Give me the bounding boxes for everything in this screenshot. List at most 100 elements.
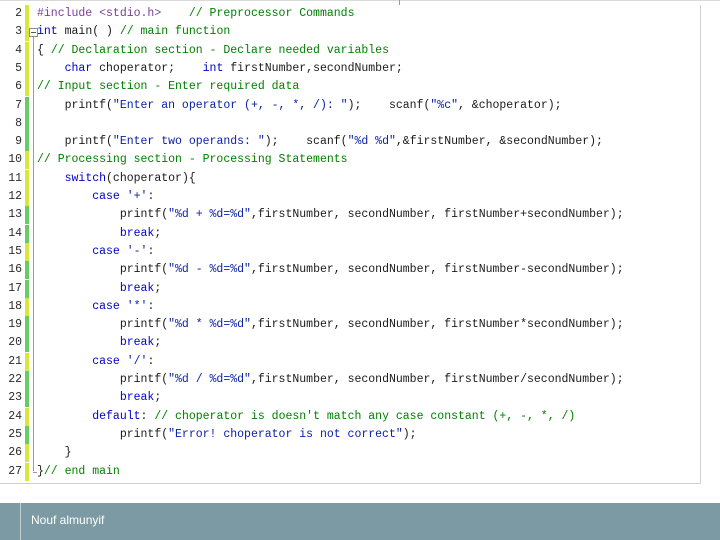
code-token: "%d * %d=%d" bbox=[168, 318, 251, 332]
code-line[interactable]: 20 break; bbox=[0, 334, 700, 353]
code-token: : bbox=[147, 299, 155, 313]
line-number: 4 bbox=[15, 43, 22, 57]
code-line[interactable]: 7 printf("Enter an operator (+, -, *, /)… bbox=[0, 96, 700, 115]
code-token: case bbox=[92, 190, 120, 203]
code-line[interactable]: 13 printf("%d + %d=%d",firstNumber, seco… bbox=[0, 206, 700, 225]
line-number: 22 bbox=[8, 373, 22, 386]
line-number: 8 bbox=[15, 116, 22, 130]
code-token: '/' bbox=[126, 354, 148, 368]
change-marker bbox=[25, 279, 29, 298]
line-number: 6 bbox=[15, 80, 22, 94]
code-line[interactable]: 26 } bbox=[0, 444, 700, 463]
code-text: break; bbox=[37, 389, 161, 407]
code-line[interactable]: 14 break; bbox=[0, 224, 700, 243]
code-token: printf( bbox=[37, 427, 169, 441]
code-text: #include <stdio.h> // Preprocessor Comma… bbox=[37, 5, 354, 23]
code-token: '*' bbox=[126, 299, 148, 313]
code-token: "%d - %d=%d" bbox=[168, 263, 251, 277]
line-number: 10 bbox=[8, 153, 22, 167]
slide-footer: Nouf almunyif bbox=[0, 503, 720, 540]
change-marker bbox=[25, 316, 29, 335]
code-token: // end main bbox=[43, 464, 120, 478]
code-line[interactable]: 4 { // Declaration section - Declare need… bbox=[0, 41, 700, 60]
code-token: (choperator){ bbox=[106, 171, 196, 185]
code-token: printf( bbox=[37, 208, 169, 222]
code-text: printf("Enter two operands: "); scanf("%… bbox=[37, 133, 603, 151]
code-text: printf("%d / %d=%d",firstNumber, secondN… bbox=[37, 371, 624, 389]
code-line[interactable]: 12 case '+': bbox=[0, 188, 700, 206]
line-number: 15 bbox=[8, 244, 22, 258]
code-editor[interactable]: 2 #include <stdio.h> // Preprocessor Comm… bbox=[0, 5, 701, 484]
change-marker bbox=[25, 407, 29, 426]
code-token: break bbox=[119, 391, 155, 405]
line-number: 27 bbox=[8, 464, 22, 478]
change-marker bbox=[25, 188, 29, 206]
footer-author: Nouf almunyif bbox=[31, 513, 105, 527]
line-number: 7 bbox=[15, 98, 22, 112]
line-number: 13 bbox=[8, 208, 22, 222]
code-token: choperator; bbox=[92, 61, 203, 75]
code-token: : bbox=[140, 409, 155, 423]
line-number: 24 bbox=[8, 409, 22, 423]
code-token: ,firstNumber, secondNumber, firstNumber*… bbox=[250, 318, 624, 332]
code-text: break; bbox=[37, 334, 161, 352]
code-line[interactable]: 3 int main( ) // main function bbox=[0, 23, 700, 42]
code-token: "Enter an operator (+, -, *, /): " bbox=[112, 98, 348, 112]
code-line[interactable]: 18 case '*': bbox=[0, 297, 700, 316]
code-text: }// end main bbox=[37, 463, 120, 481]
code-line[interactable]: 23 break; bbox=[0, 389, 700, 408]
collapse-icon[interactable] bbox=[29, 28, 38, 38]
change-marker bbox=[25, 133, 29, 152]
code-line[interactable]: 11 switch(choperator){ bbox=[0, 169, 700, 188]
change-marker bbox=[25, 41, 29, 60]
code-line[interactable]: 17 break; bbox=[0, 279, 700, 298]
line-number: 3 bbox=[15, 25, 22, 39]
code-text: printf("Enter an operator (+, -, *, /): … bbox=[37, 97, 562, 115]
code-token: // Preprocessor Commands bbox=[161, 7, 355, 20]
line-number: 9 bbox=[15, 135, 22, 149]
code-token: ; bbox=[154, 391, 162, 405]
code-token: "Enter two operands: " bbox=[112, 135, 265, 149]
code-token: "Error! choperator is not correct" bbox=[168, 427, 403, 441]
code-text: break; bbox=[37, 225, 161, 243]
code-token: printf( bbox=[37, 373, 169, 386]
code-line[interactable]: 21 case '/': bbox=[0, 352, 700, 371]
code-line[interactable]: 15 case '-': bbox=[0, 242, 700, 261]
page-top-border bbox=[0, 0, 720, 1]
code-line[interactable]: 5 char choperator; int firstNumber,secon… bbox=[0, 59, 700, 78]
code-line[interactable]: 19 printf("%d * %d=%d",firstNumber, seco… bbox=[0, 316, 700, 335]
line-number: 25 bbox=[8, 427, 22, 441]
code-token: printf( bbox=[37, 98, 113, 112]
code-line[interactable]: 8 bbox=[0, 114, 700, 133]
code-line[interactable]: 22 printf("%d / %d=%d",firstNumber, seco… bbox=[0, 371, 700, 389]
code-token: int bbox=[37, 25, 58, 39]
code-line[interactable]: 9 printf("Enter two operands: "); scanf(… bbox=[0, 133, 700, 152]
line-number: 19 bbox=[8, 318, 22, 332]
code-token: '+' bbox=[126, 190, 148, 203]
code-token: ,firstNumber, secondNumber, firstNumber/… bbox=[250, 373, 624, 386]
code-line[interactable]: 10 // Processing section - Processing Sta… bbox=[0, 151, 700, 170]
fold-guide bbox=[33, 37, 34, 472]
code-line[interactable]: 25 printf("Error! choperator is not corr… bbox=[0, 425, 700, 444]
code-line[interactable]: 2 #include <stdio.h> // Preprocessor Comm… bbox=[0, 5, 700, 23]
code-line[interactable]: 27}// end main bbox=[0, 462, 700, 481]
code-token: ); scanf( bbox=[347, 98, 431, 112]
code-token: } bbox=[37, 464, 44, 478]
code-text: case '/': bbox=[37, 353, 154, 371]
code-text: printf("%d * %d=%d",firstNumber, secondN… bbox=[37, 316, 624, 334]
code-line[interactable]: 24 default: // choperator is doesn't mat… bbox=[0, 407, 700, 426]
code-token: "%c" bbox=[430, 98, 458, 112]
code-line[interactable]: 16 printf("%d - %d=%d",firstNumber, seco… bbox=[0, 261, 700, 280]
line-number: 26 bbox=[8, 446, 22, 460]
code-line[interactable]: 6 // Input section - Enter required data bbox=[0, 78, 700, 97]
code-token: ,&firstNumber, &secondNumber); bbox=[395, 135, 603, 149]
change-marker bbox=[25, 151, 29, 170]
code-text: printf("Error! choperator is not correct… bbox=[37, 426, 417, 444]
